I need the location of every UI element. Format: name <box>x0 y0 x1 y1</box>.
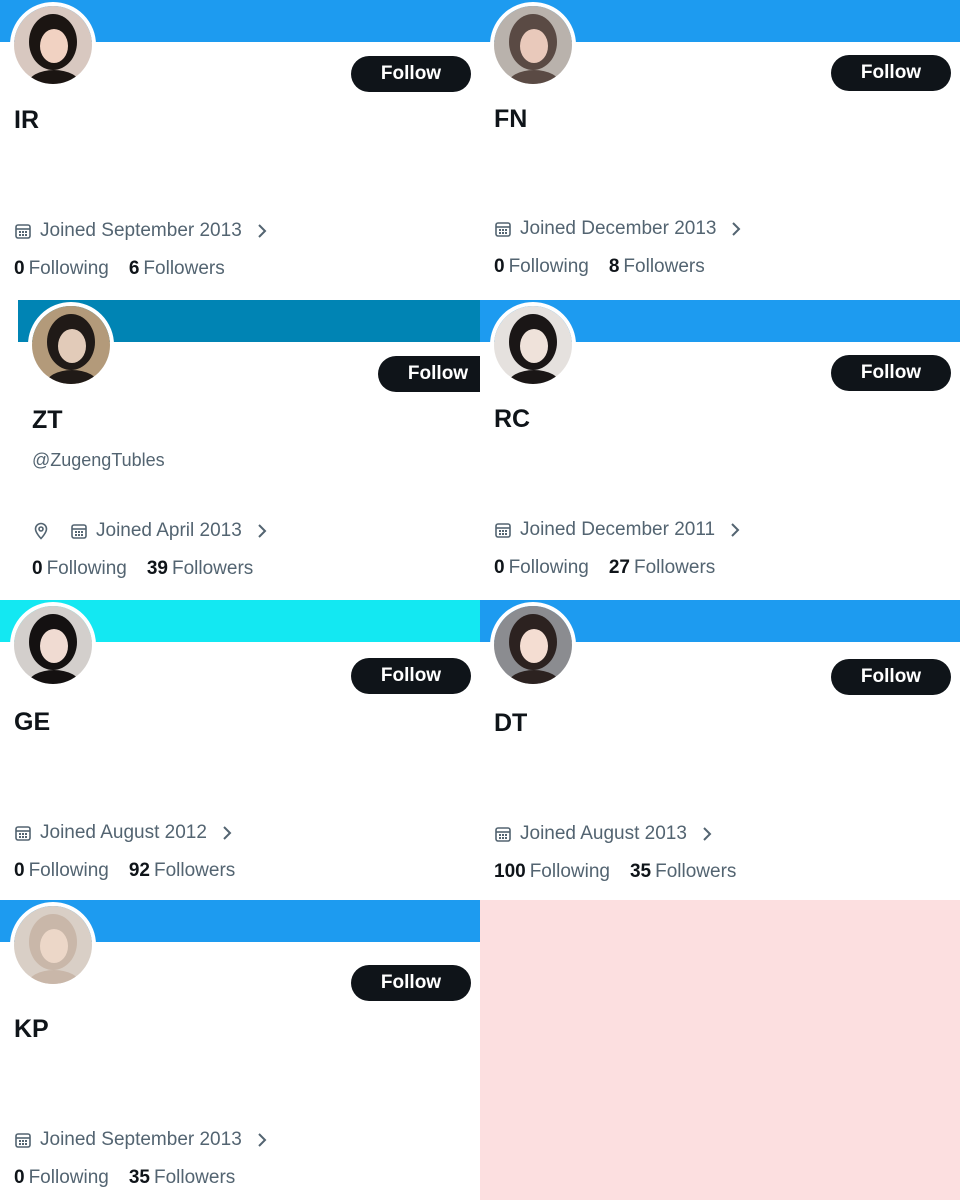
follow-stats: 0 Following 39 Followers <box>32 558 253 580</box>
calendar-icon <box>70 522 88 540</box>
avatar[interactable] <box>490 602 576 688</box>
followers-number: 92 <box>128 860 150 881</box>
chevron-right-icon[interactable] <box>729 522 741 538</box>
calendar-icon <box>14 222 32 240</box>
follow-stats: 0 Following 6 Followers <box>14 258 225 280</box>
following-number: 0 <box>14 258 25 279</box>
calendar-icon <box>14 1131 32 1149</box>
profile-card: Follow GE Joined August 2012 0 Following 92 Fo… <box>0 600 480 900</box>
calendar-icon <box>14 824 32 842</box>
follow-button[interactable]: Follow <box>351 56 471 92</box>
followers-count[interactable]: 6 Followers <box>129 258 225 280</box>
avatar[interactable] <box>490 2 576 88</box>
profile-handle[interactable]: @ZugengTubles <box>32 450 165 471</box>
followers-number: 27 <box>608 557 630 578</box>
avatar[interactable] <box>490 302 576 388</box>
joined-row: Joined August 2013 <box>494 823 713 845</box>
following-count[interactable]: 0 Following <box>14 1167 109 1189</box>
joined-date[interactable]: Joined December 2013 <box>520 218 716 240</box>
profile-card: Follow DT Joined August 2013 100 Following 35… <box>480 600 960 900</box>
followers-number: 35 <box>629 861 652 882</box>
joined-row: Joined December 2013 <box>494 218 742 240</box>
profile-name: IR <box>14 106 39 134</box>
profile-card: Follow RC Joined December 2011 0 Following 27… <box>480 300 960 600</box>
followers-count[interactable]: 35 Followers <box>630 861 736 883</box>
chevron-right-icon[interactable] <box>256 1132 268 1148</box>
following-count[interactable]: 0 Following <box>14 258 109 280</box>
following-number: 0 <box>494 256 505 277</box>
joined-date[interactable]: Joined December 2011 <box>520 519 715 541</box>
followers-number: 6 <box>128 258 140 279</box>
chevron-right-icon[interactable] <box>701 826 713 842</box>
following-number: 0 <box>14 1167 25 1188</box>
joined-row: Joined December 2011 <box>494 519 741 541</box>
followers-count[interactable]: 39 Followers <box>147 558 253 580</box>
location-icon <box>32 522 50 540</box>
follow-button[interactable]: Follow <box>351 658 471 694</box>
chevron-right-icon[interactable] <box>730 221 742 237</box>
following-count[interactable]: 0 Following <box>32 558 127 580</box>
following-number: 0 <box>14 860 25 881</box>
joined-date[interactable]: Joined April 2013 <box>96 520 242 542</box>
follow-stats: 0 Following 8 Followers <box>494 256 705 278</box>
profile-name: GE <box>14 708 51 736</box>
followers-number: 8 <box>608 256 620 277</box>
profile-name: KP <box>14 1015 49 1043</box>
follow-button[interactable]: Follow <box>351 965 471 1001</box>
profile-card: Follow ZT @ZugengTubles Joined April 2013 0 F… <box>18 300 480 600</box>
following-count[interactable]: 0 Following <box>494 557 589 579</box>
profile-card: Follow IR Joined September 2013 0 Following 6… <box>0 0 480 300</box>
followers-number: 35 <box>128 1167 150 1188</box>
following-count[interactable]: 100 Following <box>494 861 610 883</box>
joined-row: Joined September 2013 <box>14 1129 268 1151</box>
following-number: 0 <box>494 557 505 578</box>
empty-grid-cell <box>480 900 960 1200</box>
following-count[interactable]: 0 Following <box>14 860 109 882</box>
calendar-icon <box>494 220 512 238</box>
profile-name: ZT <box>32 406 63 434</box>
following-count[interactable]: 0 Following <box>494 256 589 278</box>
avatar[interactable] <box>10 902 96 988</box>
follow-stats: 0 Following 92 Followers <box>14 860 235 882</box>
follow-stats: 0 Following 35 Followers <box>14 1167 235 1189</box>
follow-button[interactable]: Follow <box>831 55 951 91</box>
joined-row: Joined September 2013 <box>14 220 268 242</box>
profile-name: RC <box>494 405 531 433</box>
chevron-right-icon[interactable] <box>256 223 268 239</box>
follow-stats: 100 Following 35 Followers <box>494 861 736 883</box>
followers-count[interactable]: 8 Followers <box>609 256 705 278</box>
avatar[interactable] <box>10 2 96 88</box>
follow-stats: 0 Following 27 Followers <box>494 557 715 579</box>
followers-number: 39 <box>146 558 168 579</box>
avatar[interactable] <box>10 602 96 688</box>
followers-count[interactable]: 27 Followers <box>609 557 715 579</box>
following-number: 0 <box>32 558 43 579</box>
following-number: 100 <box>494 861 526 882</box>
profile-card: Follow KP Joined September 2013 0 Following 3… <box>0 900 480 1200</box>
followers-count[interactable]: 92 Followers <box>129 860 235 882</box>
follow-button[interactable]: Follow <box>831 355 951 391</box>
profile-name: DT <box>494 709 528 737</box>
followers-count[interactable]: 35 Followers <box>129 1167 235 1189</box>
chevron-right-icon[interactable] <box>256 523 268 539</box>
follow-button[interactable]: Follow <box>831 659 951 695</box>
chevron-right-icon[interactable] <box>221 825 233 841</box>
joined-date[interactable]: Joined September 2013 <box>40 1129 242 1151</box>
joined-date[interactable]: Joined September 2013 <box>40 220 242 242</box>
profile-card: Follow FN Joined December 2013 0 Following 8 F… <box>480 0 960 300</box>
avatar[interactable] <box>28 302 114 388</box>
calendar-icon <box>494 825 512 843</box>
follow-button[interactable]: Follow <box>378 356 480 392</box>
calendar-icon <box>494 521 512 539</box>
joined-row: Joined August 2012 <box>14 822 233 844</box>
joined-date[interactable]: Joined August 2012 <box>40 822 207 844</box>
joined-date[interactable]: Joined August 2013 <box>520 823 687 845</box>
profile-name: FN <box>494 105 528 133</box>
joined-row: Joined April 2013 <box>32 520 268 542</box>
